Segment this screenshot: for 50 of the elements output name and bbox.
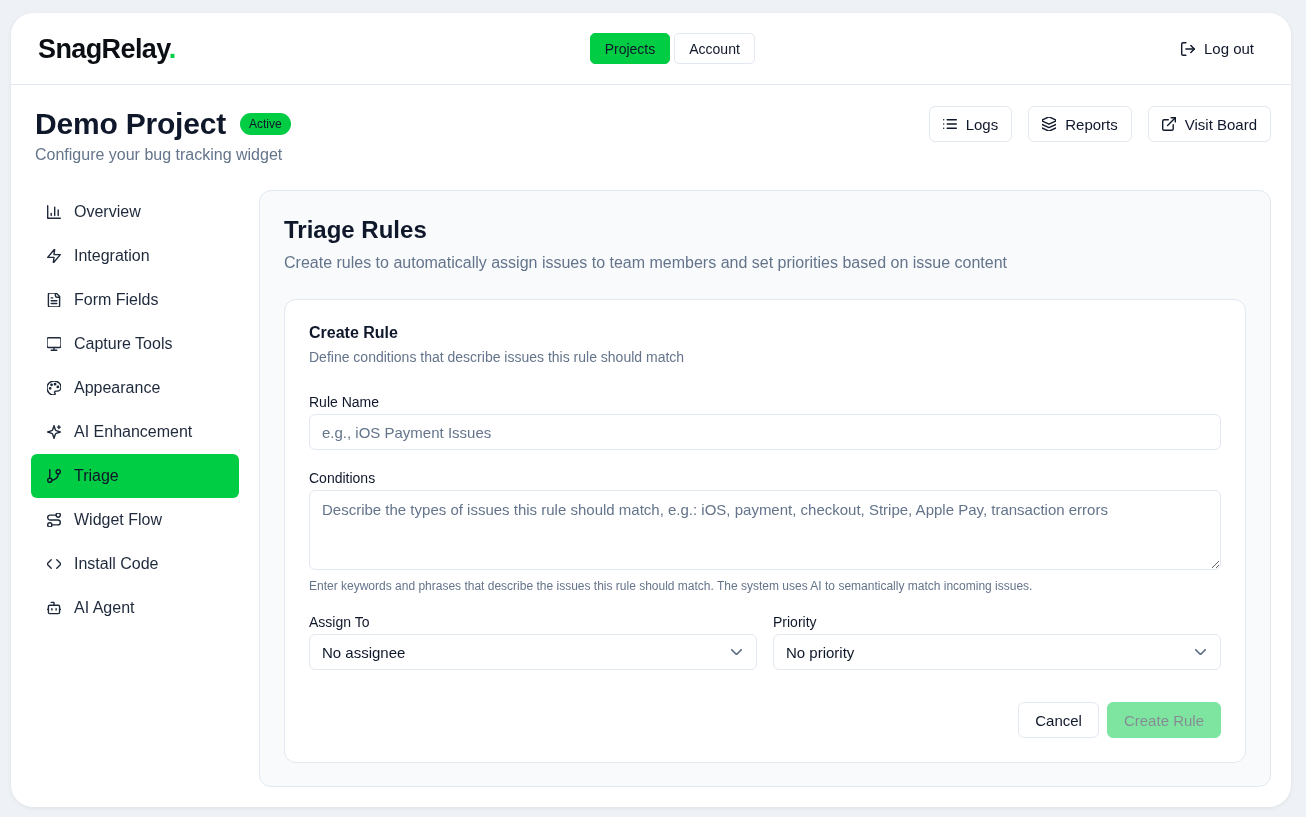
sidebar-item[interactable]: Install Code <box>31 542 239 586</box>
sidebar-item[interactable]: Triage <box>31 454 239 498</box>
helper-text: Enter keywords and phrases that describe the issues this rule should match. The system uses AI to semantically match incoming issues. <box>309 578 1034 594</box>
branch-icon <box>47 469 61 483</box>
project-subtitle: Configure your bug tracking widget <box>35 145 284 165</box>
select-field[interactable]: No priority <box>773 634 1221 670</box>
monitor-icon <box>47 337 61 351</box>
logout-icon <box>1180 41 1195 56</box>
secondary-button[interactable]: Cancel <box>1018 702 1099 738</box>
nav-tab[interactable]: Account <box>674 33 755 64</box>
form-subtitle: Define conditions that describe issues this rule should match <box>309 348 686 367</box>
action-button[interactable]: Reports <box>1028 106 1132 142</box>
sidebar-item[interactable]: Capture Tools <box>31 322 239 366</box>
text-input[interactable]: e.g., iOS Payment Issues <box>309 414 1221 450</box>
action-button[interactable]: Logs <box>928 106 1013 142</box>
layers-icon <box>1042 117 1057 131</box>
sidebar-item[interactable]: Integration <box>31 234 239 278</box>
status-badge: Active <box>240 113 291 135</box>
route-icon <box>47 513 61 527</box>
project-title: Demo Project <box>35 106 226 142</box>
bar-chart-icon <box>47 205 61 219</box>
sidebar-item[interactable]: Form Fields <box>31 278 239 322</box>
field-label: Assign To <box>309 613 370 631</box>
sparkle-icon <box>47 425 61 439</box>
sidebar-item[interactable]: Widget Flow <box>31 498 239 542</box>
action-button[interactable]: Visit Board <box>1147 106 1271 142</box>
panel-title: Triage Rules <box>284 215 428 245</box>
form-title: Create Rule <box>309 323 399 343</box>
field-label: Conditions <box>309 469 376 487</box>
field-label: Priority <box>773 613 817 631</box>
field-label: Rule Name <box>309 393 380 411</box>
select-field[interactable]: No assignee <box>309 634 757 670</box>
logo: SnagRelay. <box>38 32 176 65</box>
code-icon <box>47 557 61 571</box>
sidebar-item[interactable]: Overview <box>31 190 239 234</box>
robot-icon <box>47 601 61 615</box>
chevron-down-icon <box>731 649 742 655</box>
lightning-icon <box>47 249 61 263</box>
nav-tab[interactable]: Projects <box>589 33 671 64</box>
external-link-icon <box>1161 117 1176 131</box>
logout-button[interactable]: Log out <box>1168 32 1266 65</box>
sidebar-item[interactable]: Appearance <box>31 366 239 410</box>
palette-icon <box>47 381 61 395</box>
sidebar-item[interactable]: AI Enhancement <box>31 410 239 454</box>
list-icon <box>942 117 957 131</box>
chevron-down-icon <box>1195 649 1206 655</box>
sidebar-item[interactable]: AI Agent <box>31 586 239 630</box>
panel-subtitle: Create rules to automatically assign issues to team members and set priorities based on issue content <box>284 253 1009 273</box>
textarea-field[interactable]: Describe the types of issues this rule should match, e.g.: iOS, payment, checkout, Stripe, Apple Pay, transaction errors <box>309 490 1221 570</box>
document-icon <box>47 293 61 307</box>
